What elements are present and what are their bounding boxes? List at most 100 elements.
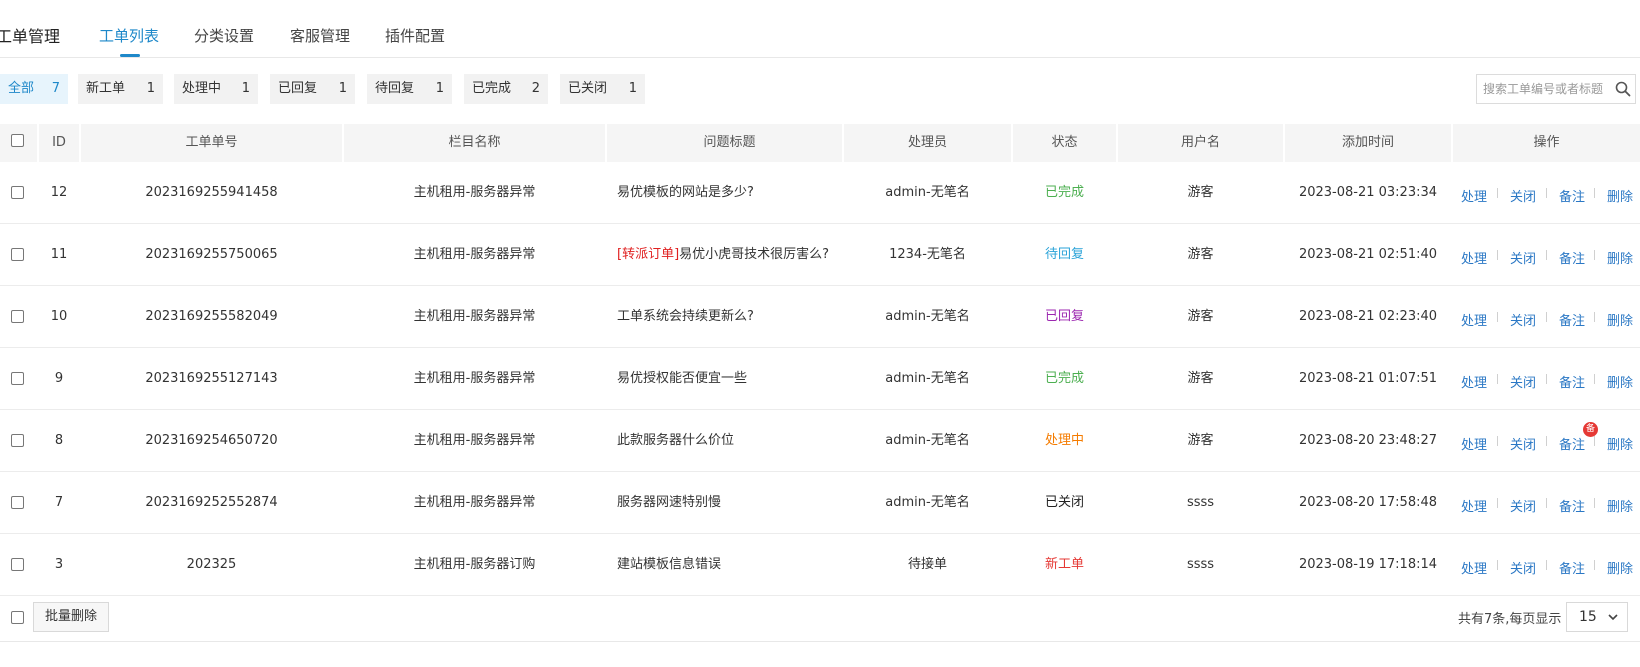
handle-action[interactable]: 处理 (1461, 186, 1487, 205)
delete-action[interactable]: 删除 (1607, 186, 1633, 205)
close-action[interactable]: 关闭 (1510, 248, 1536, 267)
action-divider (1594, 436, 1595, 446)
action-divider (1594, 498, 1595, 508)
row-actions: 处理 关闭 备注 删除备 (0, 410, 1640, 471)
row-actions: 处理 关闭 备注 删除 (0, 224, 1640, 285)
filter-closed[interactable]: 已关闭 1 (560, 74, 645, 104)
filter-label: 已完成 (472, 81, 512, 96)
filter-count: 7 (51, 81, 60, 96)
page-size-value: 15 (1579, 609, 1597, 625)
action-divider (1497, 436, 1498, 446)
filter-label: 已关闭 (568, 81, 608, 96)
table-row: 10 2023169255582049 主机租用-服务器异常 工单系统会持续更新么? a… (0, 286, 1640, 348)
filter-label: 新工单 (86, 81, 126, 96)
row-actions: 处理 关闭 备注 删除 (0, 348, 1640, 409)
delete-action[interactable]: 删除 (1607, 372, 1633, 391)
note-action[interactable]: 备注 (1559, 310, 1585, 329)
note-action[interactable]: 备注 (1559, 186, 1585, 205)
filter-completed[interactable]: 已完成 2 (464, 74, 548, 104)
header-divider (605, 124, 607, 162)
filter-new[interactable]: 新工单 1 (78, 74, 163, 104)
close-action[interactable]: 关闭 (1510, 434, 1536, 453)
filter-count: 1 (628, 81, 637, 96)
header-actions: 操作 (1533, 135, 1560, 150)
row-actions: 处理 关闭 备注 删除 (0, 286, 1640, 347)
action-divider (1546, 436, 1547, 446)
close-action[interactable]: 关闭 (1510, 186, 1536, 205)
note-action[interactable]: 备注 (1559, 248, 1585, 267)
select-all-footer-checkbox[interactable] (11, 611, 24, 624)
search-box (1476, 74, 1636, 104)
filter-label: 已回复 (278, 81, 318, 96)
filter-label: 待回复 (375, 81, 415, 96)
delete-action[interactable]: 删除 (1607, 248, 1633, 267)
search-input[interactable] (1477, 75, 1613, 103)
header-order-no: 工单单号 (185, 135, 238, 150)
action-divider (1546, 250, 1547, 260)
action-divider (1546, 374, 1547, 384)
note-action[interactable]: 备注 (1559, 496, 1585, 515)
action-divider (1594, 374, 1595, 384)
table-footer: 批量删除 共有7条,每页显示 15 (0, 602, 1640, 642)
action-divider (1497, 250, 1498, 260)
close-action[interactable]: 关闭 (1510, 496, 1536, 515)
table-row: 11 2023169255750065 主机租用-服务器异常 [转派订单]易优小虎哥技… (0, 224, 1640, 286)
active-tab-indicator (120, 54, 140, 57)
tab-service-management[interactable]: 客服管理 (290, 25, 350, 46)
header-username: 用户名 (1180, 135, 1220, 150)
handle-action[interactable]: 处理 (1461, 434, 1487, 453)
table-header: ID 工单单号 栏目名称 问题标题 处理员 状态 用户名 添加时间 操作 (0, 124, 1640, 162)
filter-label: 全部 (8, 81, 35, 96)
tab-plugin-config[interactable]: 插件配置 (385, 25, 445, 46)
table-row: 7 2023169252552874 主机租用-服务器异常 服务器网速特别慢 admin… (0, 472, 1640, 534)
tab-category-settings[interactable]: 分类设置 (194, 25, 254, 46)
header-id: ID (52, 135, 66, 150)
page-size-select[interactable]: 15 (1566, 602, 1628, 632)
filter-count: 1 (338, 81, 347, 96)
chevron-down-icon (1608, 614, 1618, 621)
header-add-time: 添加时间 (1341, 135, 1394, 150)
handle-action[interactable]: 处理 (1461, 248, 1487, 267)
note-action[interactable]: 备注 (1559, 558, 1585, 577)
filter-count: 1 (435, 81, 444, 96)
page-title: 工单管理 (0, 27, 61, 46)
filter-count: 2 (531, 81, 540, 96)
delete-action[interactable]: 删除 (1607, 558, 1633, 577)
handle-action[interactable]: 处理 (1461, 310, 1487, 329)
action-divider (1594, 188, 1595, 198)
close-action[interactable]: 关闭 (1510, 372, 1536, 391)
table-row: 8 2023169254650720 主机租用-服务器异常 此款服务器什么价位 admi… (0, 410, 1640, 472)
filter-replied[interactable]: 已回复 1 (270, 74, 355, 104)
filter-awaiting-reply[interactable]: 待回复 1 (367, 74, 452, 104)
action-divider (1594, 250, 1595, 260)
action-divider (1497, 312, 1498, 322)
header-category: 栏目名称 (448, 135, 501, 150)
row-actions: 处理 关闭 备注 删除 (0, 162, 1640, 223)
action-divider (1546, 498, 1547, 508)
batch-delete-button[interactable]: 批量删除 (33, 602, 109, 632)
table-row: 12 2023169255941458 主机租用-服务器异常 易优模板的网站是多少? a… (0, 162, 1640, 224)
table-row: 3 202325 主机租用-服务器订购 建站模板信息错误 待接单 新工单 ssss 2023-… (0, 534, 1640, 596)
pagination-summary: 共有7条,每页显示 (1458, 612, 1562, 627)
delete-action[interactable]: 删除 (1607, 496, 1633, 515)
handle-action[interactable]: 处理 (1461, 496, 1487, 515)
delete-action[interactable]: 删除 (1607, 434, 1633, 453)
action-divider (1546, 560, 1547, 570)
filter-processing[interactable]: 处理中 1 (174, 74, 258, 104)
close-action[interactable]: 关闭 (1510, 310, 1536, 329)
action-divider (1497, 498, 1498, 508)
note-action[interactable]: 备注 (1559, 372, 1585, 391)
filter-label: 处理中 (182, 81, 222, 96)
handle-action[interactable]: 处理 (1461, 558, 1487, 577)
close-action[interactable]: 关闭 (1510, 558, 1536, 577)
action-divider (1546, 312, 1547, 322)
delete-action[interactable]: 删除 (1607, 310, 1633, 329)
handle-action[interactable]: 处理 (1461, 372, 1487, 391)
top-nav: 工单管理 工单列表 分类设置 客服管理 插件配置 (0, 0, 1640, 58)
filter-all[interactable]: 全部 7 (0, 74, 68, 104)
filter-count: 1 (146, 81, 155, 96)
note-action[interactable]: 备注 (1559, 434, 1585, 453)
select-all-checkbox[interactable] (11, 134, 24, 147)
tab-ticket-list[interactable]: 工单列表 (99, 25, 159, 46)
search-icon[interactable] (1615, 81, 1631, 97)
